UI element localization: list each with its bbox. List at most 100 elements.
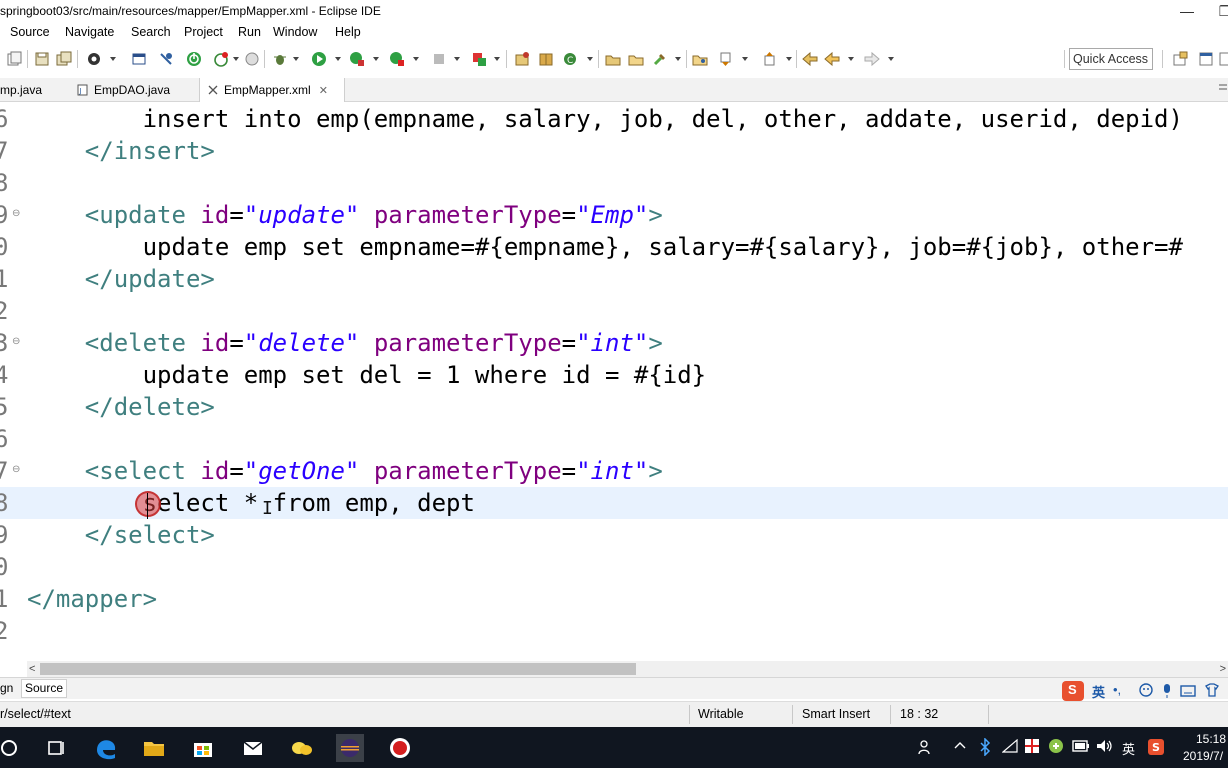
chevron-down-icon[interactable]: [786, 57, 792, 61]
new-server-icon[interactable]: [471, 51, 487, 67]
code-line[interactable]: 7 ⊖ <select id="getOne" parameterType="i…: [0, 455, 1228, 487]
menu-navigate[interactable]: Navigate: [65, 25, 114, 39]
forward-icon[interactable]: [864, 51, 880, 67]
scroll-right-icon[interactable]: >: [1220, 661, 1226, 677]
code-text[interactable]: <update id="update" parameterType="Emp">: [27, 201, 663, 229]
code-text[interactable]: <delete id="delete" parameterType="int">: [27, 329, 663, 357]
code-line[interactable]: 0: [0, 551, 1228, 583]
code-line[interactable]: 9 </select>: [0, 519, 1228, 551]
code-line[interactable]: 1 </update>: [0, 263, 1228, 295]
debug-icon[interactable]: [272, 51, 288, 67]
chevron-down-icon[interactable]: [742, 57, 748, 61]
battery-icon[interactable]: [1072, 739, 1090, 753]
skip-breakpoints-icon[interactable]: [158, 51, 174, 67]
file-explorer-icon[interactable]: [140, 734, 168, 762]
open-task-icon[interactable]: [692, 51, 708, 67]
screen-recorder-icon[interactable]: [386, 734, 414, 762]
edge-browser-icon[interactable]: [92, 734, 120, 762]
search-icon[interactable]: [652, 51, 668, 67]
search-circle-icon[interactable]: [0, 734, 23, 762]
code-line[interactable]: 2: [0, 615, 1228, 647]
horizontal-scrollbar[interactable]: < >: [27, 661, 1228, 677]
code-line[interactable]: 8: [0, 167, 1228, 199]
ime-language[interactable]: 英: [1092, 682, 1105, 701]
chevron-down-icon[interactable]: [848, 57, 854, 61]
code-text[interactable]: insert into emp(empname, salary, job, de…: [27, 105, 1183, 133]
open-type-icon[interactable]: [605, 51, 621, 67]
chevron-down-icon[interactable]: [587, 57, 593, 61]
code-text[interactable]: </mapper>: [27, 585, 157, 613]
code-line[interactable]: 9 ⊖ <update id="update" parameterType="E…: [0, 199, 1228, 231]
volume-icon[interactable]: [1096, 739, 1114, 753]
tray-time[interactable]: 15:18: [1196, 732, 1226, 746]
external-tools-icon[interactable]: [389, 51, 405, 67]
back-icon[interactable]: [824, 51, 840, 67]
chevron-down-icon[interactable]: [293, 57, 299, 61]
tab-design[interactable]: gn: [0, 681, 13, 695]
code-text[interactable]: </insert>: [27, 137, 215, 165]
chat-app-icon[interactable]: [288, 734, 316, 762]
network-icon[interactable]: [1002, 739, 1018, 753]
tray-date[interactable]: 2019/7/: [1183, 749, 1223, 763]
console-icon[interactable]: [131, 51, 147, 67]
keyboard-icon[interactable]: [1180, 685, 1196, 697]
chevron-up-icon[interactable]: [954, 741, 966, 749]
coverage-icon[interactable]: [349, 51, 365, 67]
previous-annotation-icon[interactable]: [762, 51, 778, 67]
menu-window[interactable]: Window: [273, 25, 317, 39]
open-perspective-icon[interactable]: [1172, 51, 1188, 67]
code-line[interactable]: 0 update emp set empname=#{empname}, sal…: [0, 231, 1228, 263]
java-perspective-icon[interactable]: [1218, 51, 1228, 67]
code-line[interactable]: 2: [0, 295, 1228, 327]
quick-access-input[interactable]: Quick Access: [1069, 48, 1153, 70]
chevron-down-icon[interactable]: [494, 57, 500, 61]
task-view-icon[interactable]: [42, 734, 70, 762]
menu-help[interactable]: Help: [335, 25, 361, 39]
code-text[interactable]: update emp set empname=#{empname}, salar…: [27, 233, 1183, 261]
open-folder-icon[interactable]: [628, 51, 644, 67]
next-annotation-icon[interactable]: [718, 51, 734, 67]
tab-source[interactable]: Source: [21, 679, 68, 698]
update-icon[interactable]: [1048, 738, 1064, 754]
menu-source[interactable]: Source: [10, 25, 50, 39]
code-editor[interactable]: 6 insert into emp(empname, salary, job, …: [0, 103, 1228, 661]
people-icon[interactable]: [918, 739, 934, 755]
eclipse-icon[interactable]: [336, 734, 364, 762]
code-text[interactable]: <select id="getOne" parameterType="int">: [27, 457, 663, 485]
chevron-down-icon[interactable]: [413, 57, 419, 61]
tab-mp-java[interactable]: mp.java: [0, 78, 42, 102]
mail-icon[interactable]: [239, 734, 267, 762]
refresh-server-icon[interactable]: [213, 51, 229, 67]
tab-empdao-java[interactable]: J EmpDAO.java: [77, 78, 170, 102]
bluetooth-icon[interactable]: [979, 738, 991, 756]
stop-icon[interactable]: [431, 51, 447, 67]
profile-icon[interactable]: [244, 51, 260, 67]
run-icon[interactable]: [311, 51, 327, 67]
tab-empmapper-xml[interactable]: EmpMapper.xml ✕: [199, 78, 345, 102]
security-icon[interactable]: [1024, 738, 1040, 754]
last-edit-icon[interactable]: [802, 51, 818, 67]
current-code-line[interactable]: 8 select * from emp, dept: [0, 487, 1228, 519]
scroll-left-icon[interactable]: <: [29, 661, 35, 677]
chevron-down-icon[interactable]: [335, 57, 341, 61]
code-text[interactable]: </update>: [27, 265, 215, 293]
code-line[interactable]: 7 </insert>: [0, 135, 1228, 167]
chevron-down-icon[interactable]: [454, 57, 460, 61]
scrollbar-thumb[interactable]: [40, 663, 636, 675]
save-all-icon[interactable]: [56, 51, 72, 67]
save-icon[interactable]: [34, 51, 50, 67]
code-text[interactable]: </delete>: [27, 393, 215, 421]
fold-toggle-icon[interactable]: ⊖: [12, 208, 20, 219]
code-text[interactable]: </select>: [27, 521, 215, 549]
minimize-button[interactable]: —: [1172, 0, 1202, 24]
new-package-icon[interactable]: [538, 51, 554, 67]
code-line[interactable]: 6 insert into emp(empname, salary, job, …: [0, 103, 1228, 135]
menu-project[interactable]: Project: [184, 25, 223, 39]
code-line[interactable]: 1 </mapper>: [0, 583, 1228, 615]
java-ee-perspective-icon[interactable]: [1198, 51, 1214, 67]
new-java-project-icon[interactable]: [514, 51, 530, 67]
emoji-icon[interactable]: [1139, 683, 1153, 697]
ime-punctuation[interactable]: •,: [1113, 682, 1121, 697]
restore-button[interactable]: ❐: [1210, 0, 1228, 24]
new-icon[interactable]: [6, 51, 22, 67]
